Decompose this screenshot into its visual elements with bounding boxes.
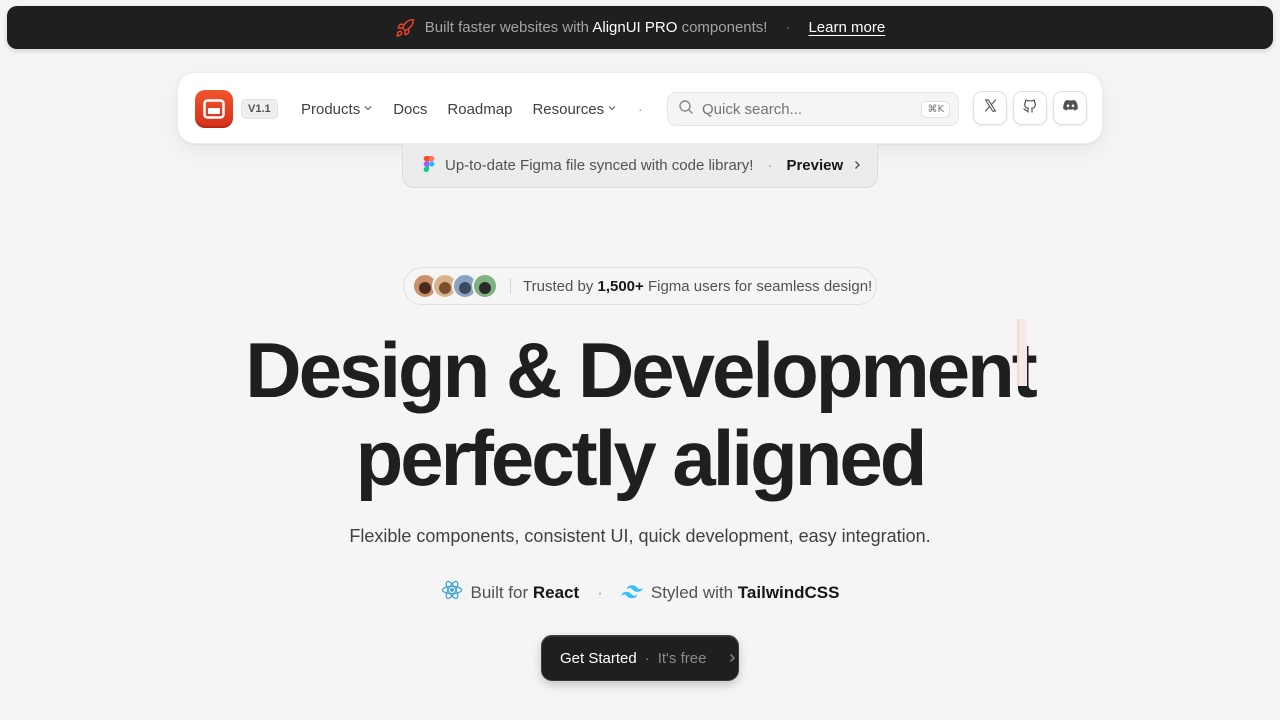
discord-icon bbox=[1062, 97, 1079, 119]
figma-bar-separator: · bbox=[767, 157, 773, 174]
cta-separator: · bbox=[644, 649, 650, 667]
chevron-down-icon bbox=[607, 103, 617, 116]
cta-sublabel: It's free bbox=[657, 649, 707, 667]
banner-text-brand: AlignUI PRO bbox=[592, 19, 678, 36]
nav-products[interactable]: Products bbox=[301, 101, 373, 118]
nav-resources-label: Resources bbox=[532, 100, 605, 118]
version-badge: V1.1 bbox=[241, 99, 278, 119]
figma-icon bbox=[423, 155, 435, 176]
banner-separator: · bbox=[785, 19, 791, 36]
preview-link[interactable]: Preview bbox=[786, 157, 861, 174]
trusted-text: Trusted by 1,500+ Figma users for seamle… bbox=[523, 278, 872, 295]
banner-text-suffix: components! bbox=[681, 19, 768, 36]
search-icon bbox=[678, 99, 694, 120]
tailwind-prefix: Styled with bbox=[650, 582, 734, 602]
discord-button[interactable] bbox=[1053, 91, 1087, 125]
x-button[interactable] bbox=[973, 91, 1007, 125]
nav-docs-label: Docs bbox=[393, 100, 428, 118]
navbar: V1.1 Products Docs Roadmap Resources · ⌘… bbox=[177, 72, 1103, 144]
preview-label: Preview bbox=[786, 157, 844, 174]
figma-sync-bar: Up-to-date Figma file synced with code l… bbox=[402, 144, 878, 188]
search-input[interactable] bbox=[702, 100, 914, 118]
nav-docs[interactable]: Docs bbox=[393, 101, 427, 118]
avatar-group bbox=[412, 273, 498, 299]
nav-roadmap-label: Roadmap bbox=[447, 100, 513, 118]
banner-text: Built faster websites with AlignUI PRO c… bbox=[425, 19, 768, 36]
nav-links: Products Docs Roadmap Resources bbox=[301, 73, 617, 145]
hero-line-2: perfectly aligned bbox=[355, 414, 928, 502]
styled-with-tailwind: Styled with TailwindCSS bbox=[620, 582, 840, 603]
hero-line-1: Design & Development bbox=[245, 326, 1038, 414]
chevron-down-icon bbox=[363, 103, 373, 116]
nav-separator: · bbox=[638, 101, 643, 117]
chevron-right-icon bbox=[728, 651, 736, 666]
get-started-label: Get Started bbox=[560, 649, 637, 667]
quick-search[interactable]: ⌘K bbox=[667, 92, 959, 126]
learn-more-link[interactable]: Learn more bbox=[808, 19, 885, 36]
nav-roadmap[interactable]: Roadmap bbox=[447, 101, 512, 118]
logo-mark-icon bbox=[203, 99, 225, 119]
trusted-count: 1,500+ bbox=[597, 277, 644, 295]
trusted-badge: Trusted by 1,500+ Figma users for seamle… bbox=[403, 267, 877, 305]
built-for-react: Built for React bbox=[441, 580, 580, 605]
avatar bbox=[472, 273, 498, 299]
rocket-icon bbox=[395, 18, 415, 38]
chevron-right-icon bbox=[853, 158, 861, 173]
figma-bar-text: Up-to-date Figma file synced with code l… bbox=[445, 157, 754, 174]
x-icon bbox=[983, 98, 998, 118]
react-prefix: Built for bbox=[470, 582, 529, 602]
tech-separator: · bbox=[597, 582, 603, 602]
trusted-prefix: Trusted by bbox=[523, 277, 594, 295]
get-started-button[interactable]: Get Started · It's free bbox=[541, 635, 739, 681]
github-button[interactable] bbox=[1013, 91, 1047, 125]
hero-headline: Design & Development perfectly aligned bbox=[0, 326, 1280, 502]
hero-subtitle: Flexible components, consistent UI, quic… bbox=[349, 526, 931, 546]
tailwind-icon bbox=[620, 583, 643, 603]
text-cursor-highlight bbox=[1017, 319, 1027, 386]
trusted-suffix: Figma users for seamless design! bbox=[647, 277, 873, 295]
github-icon bbox=[1022, 98, 1038, 119]
alignui-logo[interactable] bbox=[195, 90, 233, 128]
react-icon bbox=[441, 580, 463, 605]
divider bbox=[510, 278, 511, 294]
tech-stack: Built for React · Styled with TailwindCS… bbox=[0, 580, 1280, 605]
nav-resources[interactable]: Resources bbox=[532, 101, 617, 118]
nav-products-label: Products bbox=[301, 100, 361, 118]
banner-text-prefix: Built faster websites with bbox=[424, 19, 590, 36]
tailwind-name: TailwindCSS bbox=[737, 582, 840, 602]
search-shortcut: ⌘K bbox=[921, 100, 950, 118]
announcement-banner: Built faster websites with AlignUI PRO c… bbox=[7, 6, 1273, 49]
react-name: React bbox=[532, 582, 580, 602]
